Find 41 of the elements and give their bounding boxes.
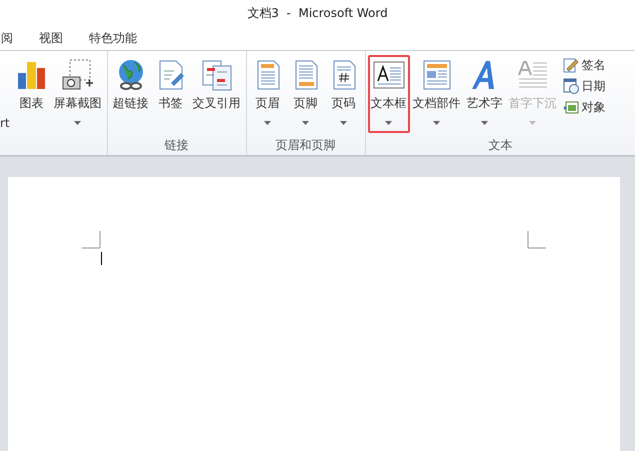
group-label: 页眉和页脚 xyxy=(276,136,336,154)
calendar-clock-icon xyxy=(562,78,579,94)
caret-icon xyxy=(529,121,536,125)
caret-icon xyxy=(481,121,488,125)
caret-icon xyxy=(433,121,440,125)
document-parts-icon xyxy=(420,59,453,91)
ribbon-button[interactable]: 艺术字 xyxy=(464,55,506,133)
ribbon-button[interactable]: 页脚 xyxy=(286,55,325,133)
ribbon-small-button[interactable]: 日期 xyxy=(560,76,609,96)
ribbon-tab[interactable]: 视图 xyxy=(39,30,63,46)
ribbon-button[interactable]: 图表 xyxy=(12,55,51,133)
ribbon-button[interactable]: 交叉引用 xyxy=(190,55,244,133)
bar-chart-icon xyxy=(16,59,48,91)
ribbon-button[interactable]: 书签 xyxy=(152,55,190,133)
ribbon-button[interactable]: 页眉 xyxy=(248,55,287,133)
ribbon-button[interactable]: 文本框 xyxy=(368,55,410,133)
text-cursor xyxy=(101,252,102,265)
group-label: 文本 xyxy=(488,136,512,154)
crop-mark-icon xyxy=(82,231,101,249)
group-label: 链接 xyxy=(164,136,189,154)
ribbon-tab[interactable]: 特色功能 xyxy=(89,30,137,46)
camera-icon xyxy=(62,59,94,91)
ribbon-button[interactable]: 屏幕截图 xyxy=(50,55,105,133)
window-title: 文档3 - Microsoft Word xyxy=(247,4,388,22)
signature-icon xyxy=(562,57,579,73)
crop-mark-icon xyxy=(527,231,546,249)
caret-icon xyxy=(340,121,348,125)
ribbon-button[interactable]: rt xyxy=(0,55,13,133)
embedded-object-icon xyxy=(562,99,579,115)
ribbon-button[interactable]: 超链接 xyxy=(110,55,152,133)
caret-icon xyxy=(264,121,272,125)
caret-icon xyxy=(302,121,310,125)
caret-icon xyxy=(385,121,392,125)
ribbon-tab[interactable]: 阅 xyxy=(1,30,13,46)
caret-icon xyxy=(74,121,82,125)
text-box-icon xyxy=(372,59,405,91)
cross-reference-icon xyxy=(200,59,233,91)
ribbon-button[interactable]: 页码 xyxy=(324,55,363,133)
ribbon-button[interactable]: 文档部件 xyxy=(410,55,464,133)
ribbon-small-button[interactable]: 签名 xyxy=(560,55,609,75)
ribbon-small-button[interactable]: 对象 xyxy=(560,97,609,117)
